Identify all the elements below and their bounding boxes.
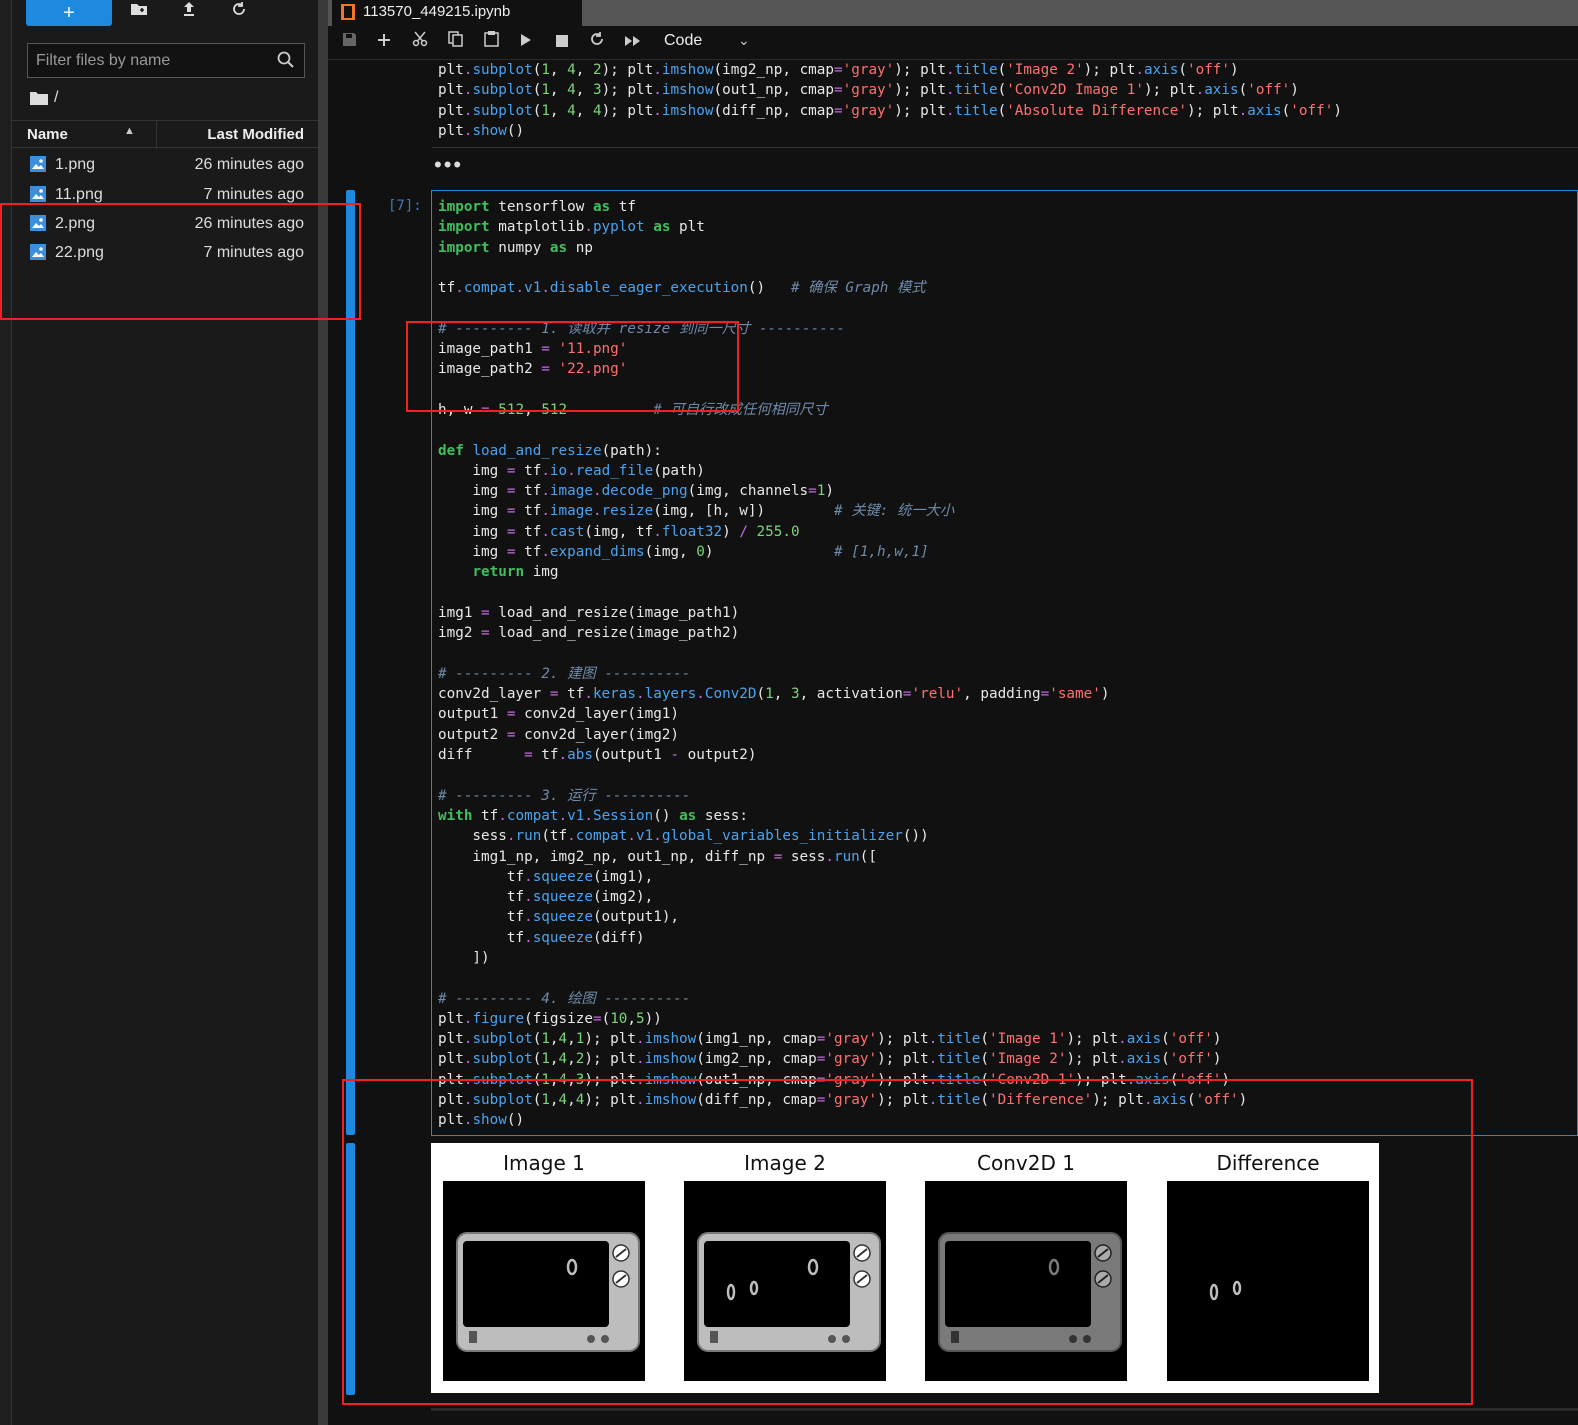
code-text: plt.subplot(1, 4, 2); plt.imshow(img2_np… [438, 62, 1342, 139]
file-list-header: Name ▲ Last Modified [12, 120, 318, 149]
file-name: 1.png [55, 156, 96, 173]
stop-icon[interactable] [549, 31, 575, 55]
notebook-toolbar: Code ⌄ [328, 26, 1578, 60]
previous-cell[interactable]: plt.subplot(1, 4, 2); plt.imshow(img2_np… [432, 60, 1578, 148]
input-collapser[interactable] [346, 190, 355, 1135]
chevron-down-icon[interactable]: ⌄ [738, 32, 750, 49]
save-icon[interactable] [336, 31, 362, 55]
column-divider [156, 121, 157, 149]
breadcrumb[interactable]: / [30, 88, 58, 108]
filter-input[interactable] [36, 48, 276, 74]
sort-ascending-icon: ▲ [124, 125, 135, 137]
upload-icon[interactable] [176, 0, 202, 26]
fast-forward-icon[interactable] [620, 31, 646, 55]
folder-icon [30, 92, 48, 105]
execution-prompt: [7]: [388, 198, 422, 214]
new-folder-icon[interactable] [126, 0, 152, 26]
notebook-icon [341, 4, 355, 20]
image-file-icon [30, 156, 46, 172]
notebook-tab[interactable]: 113570_449215.ipynb [332, 0, 582, 26]
paste-icon[interactable] [478, 31, 504, 55]
run-icon[interactable] [513, 31, 539, 55]
annotation-box-output [342, 1079, 1473, 1405]
file-name: 11.png [55, 186, 103, 203]
output-ellipsis[interactable]: ••• [434, 152, 463, 178]
cut-icon[interactable] [407, 31, 433, 55]
file-modified: 26 minutes ago [194, 156, 304, 173]
new-launcher-button[interactable]: + [26, 0, 112, 26]
cell-separator [431, 1408, 1578, 1411]
search-icon [277, 51, 294, 68]
column-name-header[interactable]: Name [27, 126, 68, 143]
image-file-icon [30, 186, 46, 202]
cell-type-select[interactable]: Code [664, 32, 702, 50]
file-modified: 7 minutes ago [203, 186, 304, 203]
annotation-box-paths [406, 321, 739, 412]
column-modified-header[interactable]: Last Modified [207, 126, 304, 143]
tab-title: 113570_449215.ipynb [363, 3, 511, 20]
copy-icon[interactable] [442, 31, 468, 55]
restart-icon[interactable] [584, 31, 610, 55]
add-cell-icon[interactable] [371, 31, 397, 55]
filter-box [27, 43, 305, 78]
annotation-box-files [0, 203, 361, 320]
tab-bar: 113570_449215.ipynb [328, 0, 1578, 26]
breadcrumb-path[interactable]: / [54, 89, 58, 107]
refresh-icon[interactable] [226, 0, 252, 26]
file-row[interactable]: 1.png 26 minutes ago [12, 150, 318, 179]
